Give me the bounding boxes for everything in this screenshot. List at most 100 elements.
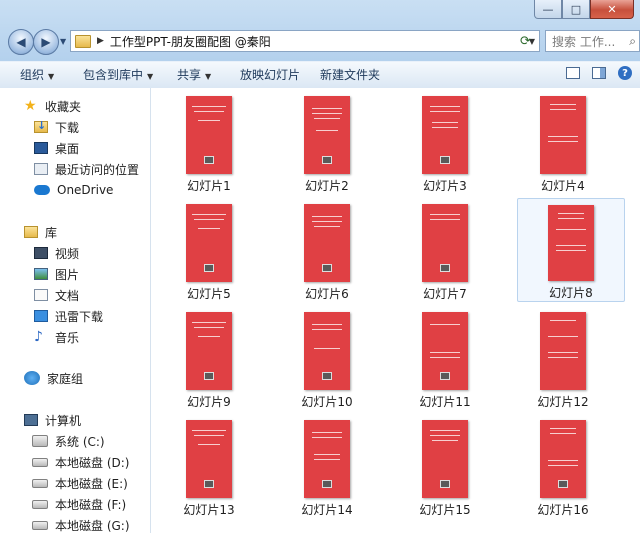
sidebar-item-computer[interactable]: 计算机: [24, 410, 81, 430]
file-item[interactable]: 幻灯片1: [155, 90, 263, 194]
sidebar-item-onedrive[interactable]: OneDrive: [34, 180, 113, 200]
new-folder-label: 新建文件夹: [320, 68, 381, 82]
file-item[interactable]: 幻灯片5: [155, 198, 263, 302]
sidebar-item-drive-g[interactable]: 本地磁盘 (G:): [32, 515, 130, 533]
chevron-right-icon[interactable]: ▶: [97, 36, 104, 46]
sidebar-item-drive-f[interactable]: 本地磁盘 (F:): [32, 494, 126, 514]
sidebar-item-drive-d[interactable]: 本地磁盘 (D:): [32, 452, 129, 472]
help-icon[interactable]: ?: [618, 66, 632, 80]
caret-down-icon: ▼: [147, 72, 154, 81]
file-item[interactable]: 幻灯片3: [391, 90, 499, 194]
organize-label: 组织: [20, 68, 45, 82]
file-name: 幻灯片5: [187, 287, 231, 301]
sidebar-item-label: 本地磁盘 (F:): [55, 497, 127, 512]
file-name: 幻灯片15: [419, 503, 471, 517]
view-controls: ?: [566, 66, 632, 80]
slide-thumbnail: [540, 312, 586, 390]
slide-thumbnail: [186, 420, 232, 498]
maximize-button[interactable]: □: [562, 0, 590, 19]
file-name: 幻灯片4: [541, 179, 585, 193]
sidebar-item-label: 本地磁盘 (D:): [55, 455, 130, 470]
forward-button[interactable]: ▶: [33, 29, 59, 55]
file-name: 幻灯片3: [423, 179, 467, 193]
file-item[interactable]: 幻灯片4: [509, 90, 617, 194]
sidebar-item-label: 图片: [55, 267, 80, 282]
file-item[interactable]: 幻灯片9: [155, 306, 263, 410]
explorer-window: — □ ✕ ◀ ▶ ▼ ▶ 工作型PPT-朋友圈配图 @秦阳 ▼ ⟳ 搜索 工作…: [0, 0, 640, 533]
file-item[interactable]: 幻灯片6: [273, 198, 381, 302]
file-item[interactable]: 幻灯片10: [273, 306, 381, 410]
sidebar-item-drive-e[interactable]: 本地磁盘 (E:): [32, 473, 128, 493]
file-name: 幻灯片9: [187, 395, 231, 409]
drive-icon: [32, 478, 48, 488]
minimize-button[interactable]: —: [534, 0, 562, 19]
file-item[interactable]: 幻灯片7: [391, 198, 499, 302]
file-item[interactable]: 幻灯片12: [509, 306, 617, 410]
slide-thumbnail: [422, 312, 468, 390]
file-name: 幻灯片8: [549, 286, 593, 300]
sidebar-item-label: 家庭组: [47, 371, 84, 386]
file-item-selected[interactable]: 幻灯片8: [517, 198, 625, 302]
sidebar-item-music[interactable]: ♪ 音乐: [34, 327, 79, 347]
sidebar-item-recent[interactable]: 最近访问的位置: [34, 159, 139, 179]
desktop-icon: [34, 142, 48, 154]
sidebar-item-label: 库: [45, 225, 58, 240]
file-name: 幻灯片12: [537, 395, 589, 409]
navigation-bar: ◀ ▶ ▼ ▶ 工作型PPT-朋友圈配图 @秦阳 ▼ ⟳ 搜索 工作... ⌕: [0, 24, 640, 58]
arrow-right-icon: ▶: [41, 35, 51, 49]
file-item[interactable]: 幻灯片13: [155, 414, 263, 518]
sidebar-item-downloads[interactable]: 下载: [34, 117, 79, 137]
view-options-icon[interactable]: [566, 67, 580, 79]
sidebar-item-favorites[interactable]: ★ 收藏夹: [24, 96, 81, 116]
slide-thumbnail: [304, 96, 350, 174]
address-bar[interactable]: ▶ 工作型PPT-朋友圈配图 @秦阳 ▼: [70, 30, 540, 52]
include-in-library-button[interactable]: 包含到库中 ▼: [83, 66, 153, 83]
refresh-icon[interactable]: ⟳: [520, 34, 531, 49]
file-name: 幻灯片10: [301, 395, 353, 409]
sidebar-item-drive-c[interactable]: 系统 (C:): [32, 431, 105, 451]
organize-button[interactable]: 组织 ▼: [20, 66, 54, 83]
file-name: 幻灯片16: [537, 503, 589, 517]
sidebar-item-videos[interactable]: 视频: [34, 243, 79, 263]
caret-down-icon: ▼: [205, 72, 212, 81]
file-item[interactable]: 幻灯片15: [391, 414, 499, 518]
sidebar-item-desktop[interactable]: 桌面: [34, 138, 79, 158]
file-name: 幻灯片7: [423, 287, 467, 301]
document-icon: [34, 289, 48, 301]
search-icon[interactable]: ⌕: [629, 34, 636, 49]
slide-thumbnail: [540, 420, 586, 498]
file-name: 幻灯片6: [305, 287, 349, 301]
sidebar-item-documents[interactable]: 文档: [34, 285, 79, 305]
preview-pane-icon[interactable]: [592, 67, 606, 79]
file-item[interactable]: 幻灯片14: [273, 414, 381, 518]
slide-thumbnail: [186, 204, 232, 282]
file-item[interactable]: 幻灯片2: [273, 90, 381, 194]
music-note-icon: ♪: [34, 329, 43, 345]
new-folder-button[interactable]: 新建文件夹: [320, 66, 380, 83]
close-button[interactable]: ✕: [590, 0, 634, 19]
window-controls: — □ ✕: [534, 0, 634, 20]
search-placeholder: 搜索 工作...: [552, 34, 616, 49]
share-button[interactable]: 共享 ▼: [177, 66, 211, 83]
cloud-icon: [34, 185, 50, 195]
file-name: 幻灯片1: [187, 179, 231, 193]
address-path[interactable]: 工作型PPT-朋友圈配图 @秦阳: [110, 33, 271, 50]
sidebar-item-label: 收藏夹: [45, 99, 82, 114]
slideshow-label: 放映幻灯片: [240, 68, 301, 82]
slideshow-button[interactable]: 放映幻灯片: [240, 66, 300, 83]
back-button[interactable]: ◀: [8, 29, 34, 55]
sidebar-item-homegroup[interactable]: 家庭组: [24, 368, 83, 388]
search-input[interactable]: 搜索 工作... ⌕: [545, 30, 640, 52]
file-item[interactable]: 幻灯片16: [509, 414, 617, 518]
drive-icon: [32, 457, 48, 467]
slide-thumbnail: [548, 205, 594, 281]
recent-pages-dropdown[interactable]: ▼: [60, 37, 66, 46]
sidebar-item-label: 视频: [55, 246, 80, 261]
sidebar-item-pictures[interactable]: 图片: [34, 264, 79, 284]
sidebar-item-thunder[interactable]: 迅雷下载: [34, 306, 103, 326]
sidebar-item-libraries[interactable]: 库: [24, 222, 57, 242]
download-folder-icon: [34, 119, 48, 133]
library-icon: [24, 226, 38, 238]
drive-icon: [32, 520, 48, 530]
file-item[interactable]: 幻灯片11: [391, 306, 499, 410]
